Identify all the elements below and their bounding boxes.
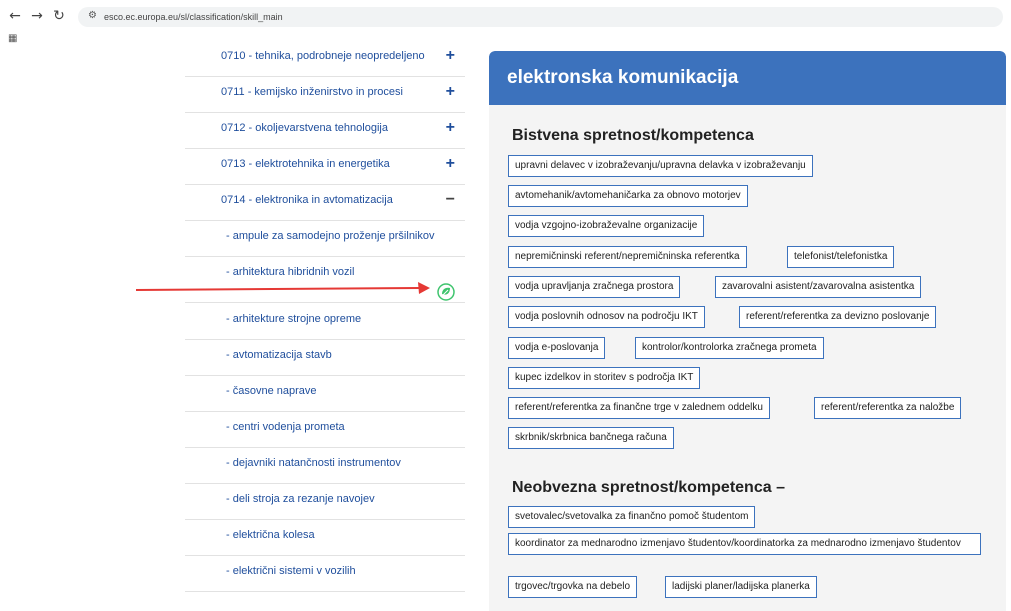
collapse-minus-icon[interactable]: − bbox=[446, 191, 455, 209]
occupation-chip[interactable]: vodja e-poslovanja bbox=[508, 337, 606, 359]
tree-item-label: 0711 - kemijsko inženirstvo in procesi bbox=[221, 86, 403, 98]
occupation-chip[interactable]: referent/referentka za devizno poslovanj… bbox=[739, 306, 937, 328]
occupation-chip[interactable]: kupec izdelkov in storitev s področja IK… bbox=[508, 367, 701, 389]
tree-child-label: - arhitektura hibridnih vozil bbox=[226, 266, 355, 278]
skill-detail-panel: elektronska komunikacija Bistvena spretn… bbox=[489, 51, 1006, 611]
tree-item-label: 0710 - tehnika, podrobneje neopredeljeno bbox=[221, 50, 425, 62]
forward-arrow-icon[interactable]: → bbox=[28, 7, 46, 25]
panel-title: elektronska komunikacija bbox=[507, 67, 739, 88]
occupation-chip[interactable]: upravni delavec v izobraževanju/upravna … bbox=[508, 155, 813, 177]
occupation-chip[interactable]: telefonist/telefonistka bbox=[787, 246, 895, 268]
panel-header: elektronska komunikacija bbox=[489, 51, 1006, 105]
site-info-icon[interactable]: ⚙ bbox=[88, 10, 97, 21]
browser-toolbar: ← → ↻ ⚙ esco.ec.europa.eu/sl/classificat… bbox=[0, 0, 1011, 32]
address-bar[interactable]: ⚙ esco.ec.europa.eu/sl/classification/sk… bbox=[78, 7, 1003, 27]
tree-child-label: - deli stroja za rezanje navojev bbox=[226, 493, 375, 505]
tree-child-label: - arhitekture strojne opreme bbox=[226, 313, 362, 325]
occupation-chip[interactable]: svetovalec/svetovalka za finančno pomoč … bbox=[508, 506, 756, 528]
tree-child-label: - avtomatizacija stavb bbox=[226, 349, 332, 361]
occupation-chip[interactable]: skrbnik/skrbnica bančnega računa bbox=[508, 427, 674, 449]
tree-child-item[interactable]: - ampule za samodejno proženje pršilniko… bbox=[185, 220, 465, 257]
tree-item-0712[interactable]: 0712 - okoljevarstvena tehnologija + bbox=[185, 112, 465, 149]
occupation-chip[interactable]: vodja poslovnih odnosov na področju IKT bbox=[508, 306, 705, 328]
tree-child-item[interactable]: - avtomatizacija stavb bbox=[185, 339, 465, 376]
expand-plus-icon[interactable]: + bbox=[446, 47, 455, 65]
tree-item-0711[interactable]: 0711 - kemijsko inženirstvo in procesi + bbox=[185, 76, 465, 113]
reload-icon[interactable]: ↻ bbox=[50, 7, 68, 25]
tree-item-0714[interactable]: 0714 - elektronika in avtomatizacija − bbox=[185, 184, 465, 221]
occupation-chip[interactable]: zavarovalni asistent/zavarovalna asisten… bbox=[715, 276, 922, 298]
essential-section-title: Bistvena spretnost/kompetenca bbox=[512, 127, 754, 144]
tree-child-label: - električna kolesa bbox=[226, 529, 315, 541]
expand-plus-icon[interactable]: + bbox=[446, 119, 455, 137]
occupation-chip[interactable]: avtomehanik/avtomehaničarka za obnovo mo… bbox=[508, 185, 748, 207]
red-arrow-annotation bbox=[135, 282, 430, 294]
tree-child-item[interactable]: - deli stroja za rezanje navojev bbox=[185, 483, 465, 520]
occupation-chip[interactable]: nepremičninski referent/nepremičninska r… bbox=[508, 246, 747, 268]
tree-item-0713[interactable]: 0713 - elektrotehnika in energetika + bbox=[185, 148, 465, 185]
occupation-chip[interactable]: koordinator za mednarodno izmenjavo štud… bbox=[508, 533, 981, 555]
tree-item-0710[interactable]: 0710 - tehnika, podrobneje neopredeljeno… bbox=[185, 40, 465, 77]
occupation-chip[interactable]: referent/referentka za finančne trge v z… bbox=[508, 397, 770, 419]
occupation-chip[interactable]: vodja vzgojno-izobraževalne organizacije bbox=[508, 215, 705, 237]
occupation-chip[interactable]: kontrolor/kontrolorka zračnega prometa bbox=[635, 337, 824, 359]
tree-child-label: - centri vodenja prometa bbox=[226, 421, 345, 433]
occupation-chip[interactable]: vodja upravljanja zračnega prostora bbox=[508, 276, 681, 298]
tree-child-item[interactable]: - časovne naprave bbox=[185, 375, 465, 412]
occupation-chip[interactable]: referent/referentka za naložbe bbox=[814, 397, 962, 419]
tree-item-label: 0712 - okoljevarstvena tehnologija bbox=[221, 122, 388, 134]
optional-section-title: Neobvezna spretnost/kompetenca – bbox=[512, 479, 785, 496]
tree-leaf-icon[interactable] bbox=[437, 283, 455, 301]
back-arrow-icon[interactable]: ← bbox=[6, 7, 24, 25]
tree-item-label: 0714 - elektronika in avtomatizacija bbox=[221, 194, 393, 206]
tree-child-label: - časovne naprave bbox=[226, 385, 317, 397]
apps-grid-icon[interactable]: ▦ bbox=[8, 33, 17, 44]
tree-child-label: - električni sistemi v vozilih bbox=[226, 565, 356, 577]
tree-child-label: - dejavniki natančnosti instrumentov bbox=[226, 457, 401, 469]
tree-child-item[interactable]: - dejavniki natančnosti instrumentov bbox=[185, 447, 465, 484]
tree-child-item[interactable]: - električni sistemi v vozilih bbox=[185, 555, 465, 592]
occupation-chip[interactable]: trgovec/trgovka na debelo bbox=[508, 576, 638, 598]
tree-child-label: - ampule za samodejno proženje pršilniko… bbox=[226, 230, 435, 242]
expand-plus-icon[interactable]: + bbox=[446, 155, 455, 173]
expand-plus-icon[interactable]: + bbox=[446, 83, 455, 101]
tree-child-item[interactable]: - centri vodenja prometa bbox=[185, 411, 465, 448]
occupation-chip[interactable]: ladijski planer/ladijska planerka bbox=[665, 576, 817, 598]
url-text: esco.ec.europa.eu/sl/classification/skil… bbox=[104, 12, 283, 22]
tree-item-label: 0713 - elektrotehnika in energetika bbox=[221, 158, 390, 170]
tree-child-item[interactable]: - arhitekture strojne opreme bbox=[185, 303, 465, 340]
tree-child-item[interactable]: - električna kolesa bbox=[185, 519, 465, 556]
